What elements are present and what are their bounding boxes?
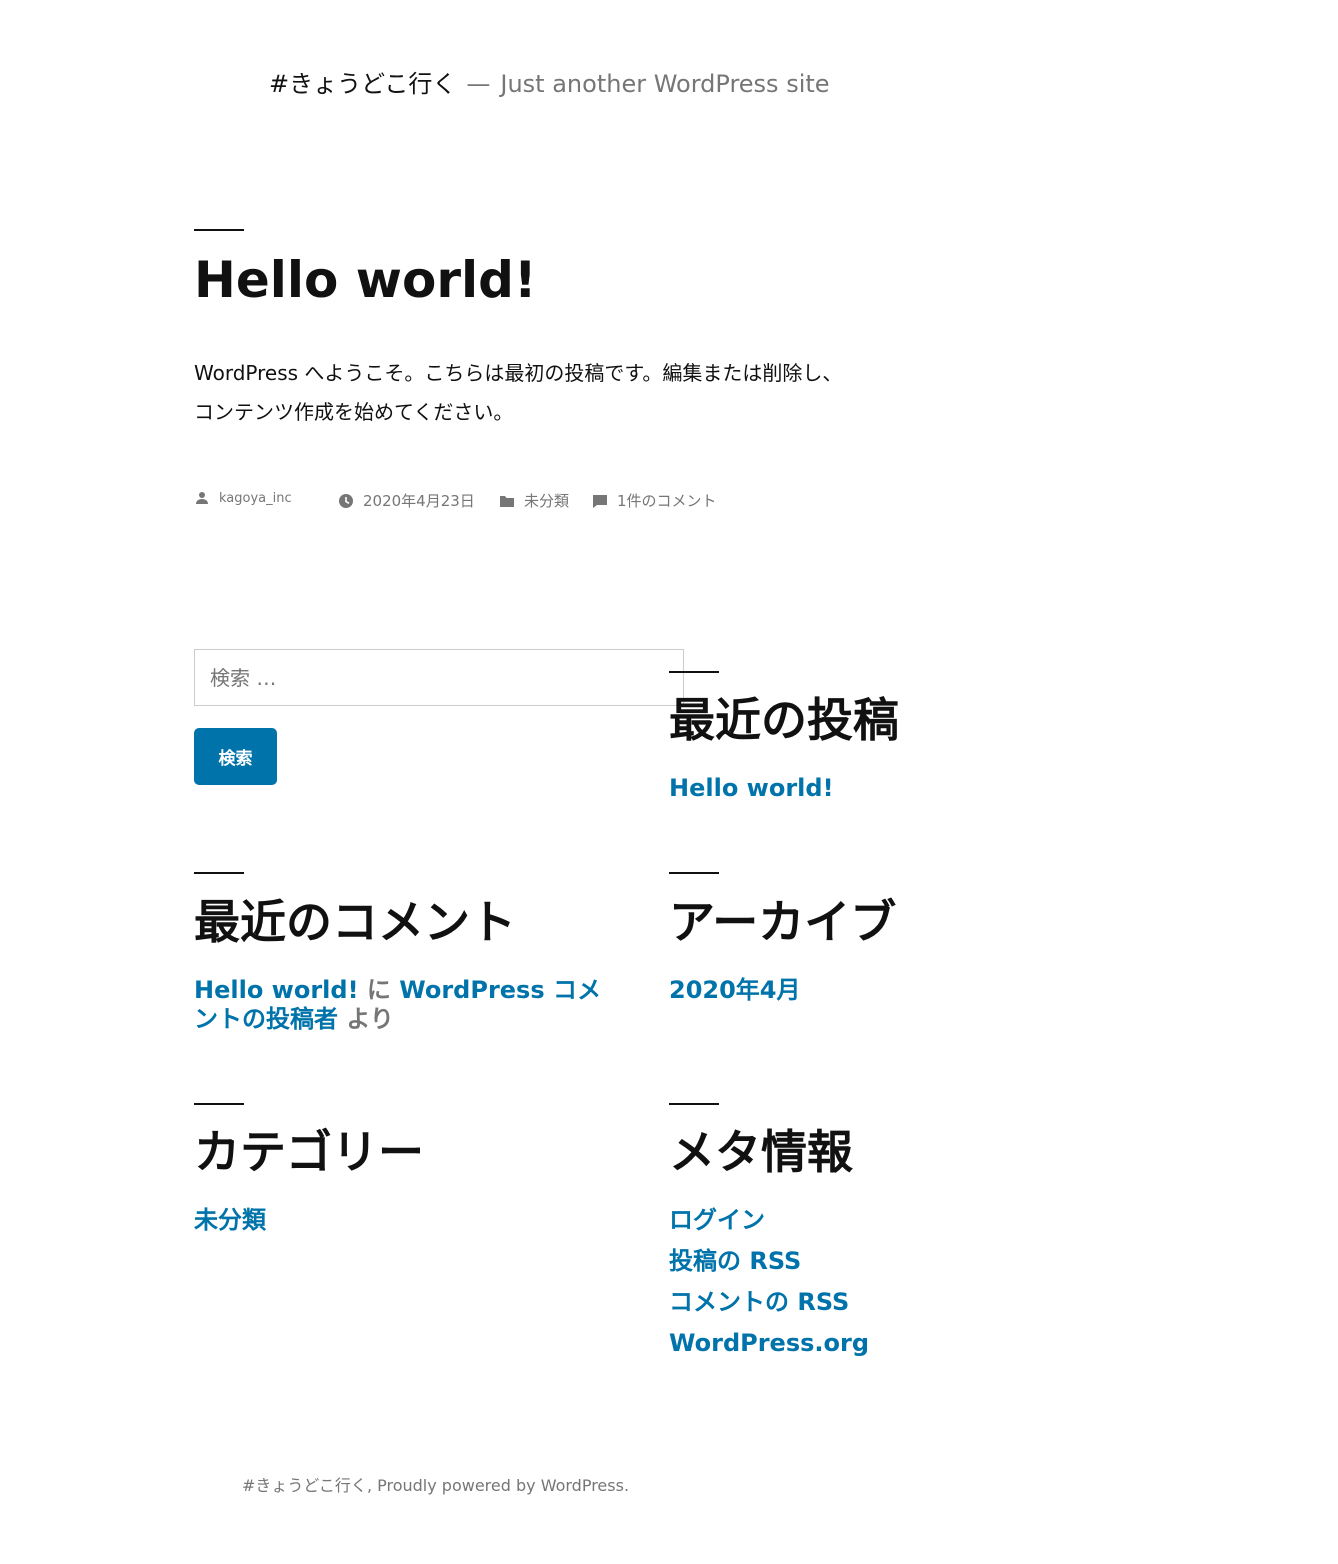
wordpress-org-link[interactable]: WordPress.org [669, 1329, 869, 1357]
clock-icon [339, 493, 353, 508]
archives-rule [669, 872, 719, 874]
list-item: 未分類 [194, 1200, 266, 1241]
list-item: WordPress.org [669, 1323, 869, 1364]
recent-post-link[interactable]: Hello world! [669, 774, 834, 802]
meta-list: ログイン 投稿の RSS コメントの RSS WordPress.org [669, 1200, 869, 1364]
comment-by-text: より [346, 1005, 394, 1033]
recent-comments-title: 最近のコメント [194, 895, 516, 949]
list-item: 投稿の RSS [669, 1241, 869, 1282]
header-separator: — [466, 70, 491, 98]
person-icon [196, 492, 208, 504]
list-item: 2020年4月 [669, 970, 801, 1011]
recent-comments-rule [194, 872, 244, 874]
comment-post-link[interactable]: Hello world! [194, 976, 359, 1004]
categories-list: 未分類 [194, 1200, 266, 1241]
list-item: コメントの RSS [669, 1282, 869, 1323]
comment-icon [593, 494, 607, 508]
login-link[interactable]: ログイン [669, 1206, 765, 1234]
category-item-link[interactable]: 未分類 [194, 1206, 266, 1234]
categories-title: カテゴリー [194, 1125, 424, 1179]
archives-list: 2020年4月 [669, 970, 801, 1011]
archive-link[interactable]: 2020年4月 [669, 976, 801, 1004]
post-title: Hello world! [194, 251, 537, 309]
site-footer: #きょうどこ行く, Proudly powered by WordPress. [242, 1472, 629, 1496]
meta-comments: 1件のコメント [592, 490, 717, 511]
posts-rss-link[interactable]: 投稿の RSS [669, 1247, 801, 1275]
search-input[interactable] [194, 649, 684, 706]
recent-posts-title: 最近の投稿 [669, 693, 899, 747]
site-header: #きょうどこ行く — Just another WordPress site [269, 64, 830, 99]
author-link[interactable]: kagoya_inc [219, 491, 292, 506]
date-link[interactable]: 2020年4月23日 [363, 490, 475, 511]
search-button[interactable]: 検索 [194, 728, 277, 785]
recent-posts-rule [669, 671, 719, 673]
comments-link[interactable]: 1件のコメント [617, 490, 717, 511]
comment-on-text: に [366, 976, 391, 1004]
recent-comment-item: Hello world! に WordPress コメントの投稿者 より [194, 976, 614, 1034]
post-content: WordPress へようこそ。こちらは最初の投稿です。編集または削除し、コンテ… [194, 361, 843, 424]
post-title-rule [194, 229, 244, 231]
list-item: Hello world! [669, 768, 834, 809]
categories-rule [194, 1103, 244, 1105]
list-item: ログイン [669, 1200, 869, 1241]
footer-powered-link[interactable]: Proudly powered by WordPress. [377, 1476, 629, 1495]
meta-category: 未分類 [499, 490, 569, 511]
footer-comma: , [366, 1476, 373, 1495]
comments-rss-link[interactable]: コメントの RSS [669, 1288, 849, 1316]
site-title[interactable]: #きょうどこ行く [269, 70, 456, 98]
meta-date: 2020年4月23日 [338, 490, 475, 511]
category-link[interactable]: 未分類 [524, 490, 569, 511]
meta-author: kagoya_inc [194, 490, 292, 506]
folder-icon [500, 495, 514, 507]
site-description: Just another WordPress site [500, 70, 830, 98]
meta-rule [669, 1103, 719, 1105]
meta-title: メタ情報 [669, 1125, 853, 1179]
archives-title: アーカイブ [669, 895, 897, 949]
footer-site-name[interactable]: #きょうどこ行く [242, 1476, 367, 1495]
recent-posts-list: Hello world! [669, 768, 834, 809]
